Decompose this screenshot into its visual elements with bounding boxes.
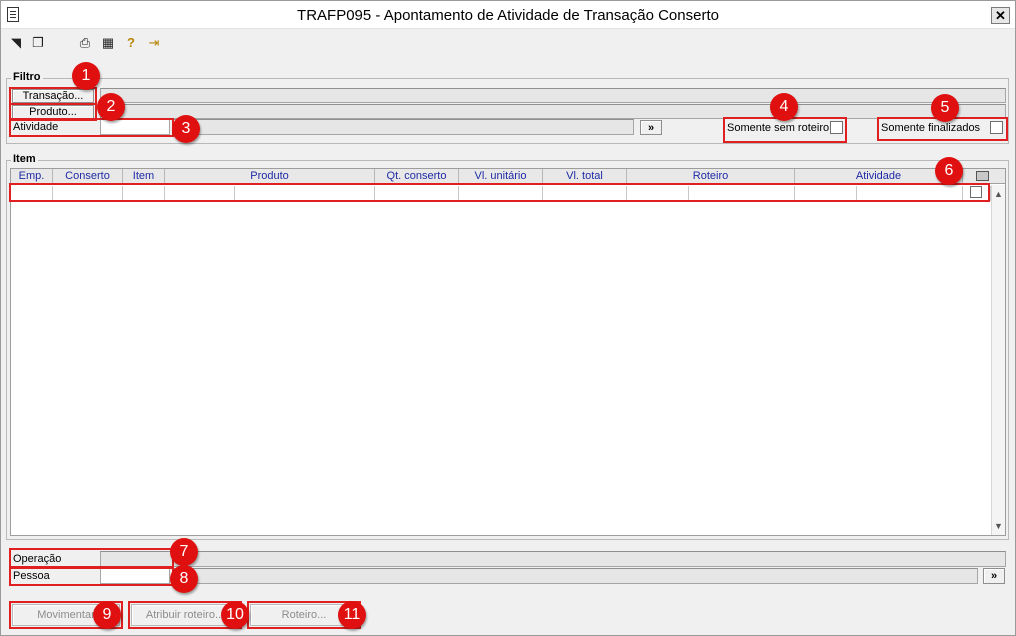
scroll-up-icon[interactable]: ▲ <box>992 187 1005 201</box>
column-header-emp[interactable]: Emp. <box>11 169 53 184</box>
column-header-qt-conserto[interactable]: Qt. conserto <box>375 169 459 184</box>
cell-emp[interactable] <box>11 186 53 201</box>
column-header-produto[interactable]: Produto <box>165 169 375 184</box>
window-title: TRAFP095 - Apontamento de Atividade de T… <box>297 7 719 24</box>
help-icon[interactable]: ? <box>123 36 139 50</box>
title-bar: TRAFP095 - Apontamento de Atividade de T… <box>1 1 1015 29</box>
print-icon[interactable]: ⎙ <box>77 36 93 50</box>
column-header-roteiro[interactable]: Roteiro <box>627 169 795 184</box>
marker-11: 11 <box>338 601 366 629</box>
marker-3: 3 <box>172 115 200 143</box>
marker-8: 8 <box>170 565 198 593</box>
marker-9: 9 <box>93 601 121 629</box>
operacao-field <box>100 551 1006 567</box>
marker-4: 4 <box>770 93 798 121</box>
somente-finalizados-checkbox[interactable] <box>990 121 1003 134</box>
marker-5: 5 <box>931 94 959 122</box>
operacao-label: Operação <box>13 553 62 565</box>
marker-2: 2 <box>97 93 125 121</box>
select-all-icon[interactable] <box>976 171 989 181</box>
pessoa-description-field <box>172 568 978 584</box>
select-all-column-header[interactable] <box>963 169 1005 184</box>
column-header-conserto[interactable]: Conserto <box>53 169 123 184</box>
cell-roteiro-description[interactable] <box>689 186 795 201</box>
somente-sem-roteiro-label: Somente sem roteiro <box>727 122 830 134</box>
atividade-lookup-button[interactable]: » <box>640 120 662 135</box>
transacao-field <box>100 88 1006 103</box>
row-select-checkbox[interactable] <box>970 186 982 198</box>
somente-finalizados-label: Somente finalizados <box>881 122 981 134</box>
cell-atividade-code[interactable] <box>795 186 857 201</box>
marker-6: 6 <box>935 157 963 185</box>
cell-item[interactable] <box>123 186 165 201</box>
column-header-item[interactable]: Item <box>123 169 165 184</box>
column-header-vl-total[interactable]: Vl. total <box>543 169 627 184</box>
pessoa-input[interactable] <box>100 568 170 584</box>
somente-sem-roteiro-checkbox[interactable] <box>830 121 843 134</box>
cell-produto-code[interactable] <box>165 186 235 201</box>
item-group-label: Item <box>11 153 38 165</box>
cell-roteiro-code[interactable] <box>627 186 689 201</box>
vertical-scrollbar[interactable]: ▲ ▼ <box>991 185 1005 535</box>
cell-vl-total[interactable] <box>543 186 627 201</box>
cell-qt-conserto[interactable] <box>375 186 459 201</box>
produto-field <box>100 104 1006 119</box>
filtro-group-label: Filtro <box>11 71 43 83</box>
cell-vl-unitario[interactable] <box>459 186 543 201</box>
pessoa-lookup-button[interactable]: » <box>983 568 1005 584</box>
atividade-input[interactable] <box>100 119 170 135</box>
cell-atividade-description[interactable] <box>857 186 963 201</box>
item-grid[interactable]: Emp. Conserto Item Produto Qt. conserto … <box>10 168 1006 536</box>
exit-door-icon[interactable]: ⇥ <box>146 36 162 50</box>
column-header-vl-unitario[interactable]: Vl. unitário <box>459 169 543 184</box>
marker-1: 1 <box>72 62 100 90</box>
produto-button[interactable]: Produto... <box>12 105 94 119</box>
close-button[interactable]: ✕ <box>991 7 1010 24</box>
atividade-label: Atividade <box>13 121 59 133</box>
table-row[interactable] <box>11 186 991 201</box>
marker-10: 10 <box>221 601 249 629</box>
cell-conserto[interactable] <box>53 186 123 201</box>
grid-header: Emp. Conserto Item Produto Qt. conserto … <box>11 169 1005 184</box>
calendar-icon[interactable]: ▦ <box>100 36 116 50</box>
scroll-down-icon[interactable]: ▼ <box>992 519 1005 533</box>
atividade-description-field <box>172 119 634 135</box>
cell-produto-description[interactable] <box>235 186 375 201</box>
pessoa-label: Pessoa <box>13 570 50 582</box>
export-icon[interactable]: ◥ <box>8 36 24 50</box>
cell-select[interactable] <box>963 186 991 201</box>
transacao-button[interactable]: Transação... <box>12 89 94 103</box>
copy-icon[interactable]: ❐ <box>30 36 46 50</box>
marker-7: 7 <box>170 538 198 566</box>
